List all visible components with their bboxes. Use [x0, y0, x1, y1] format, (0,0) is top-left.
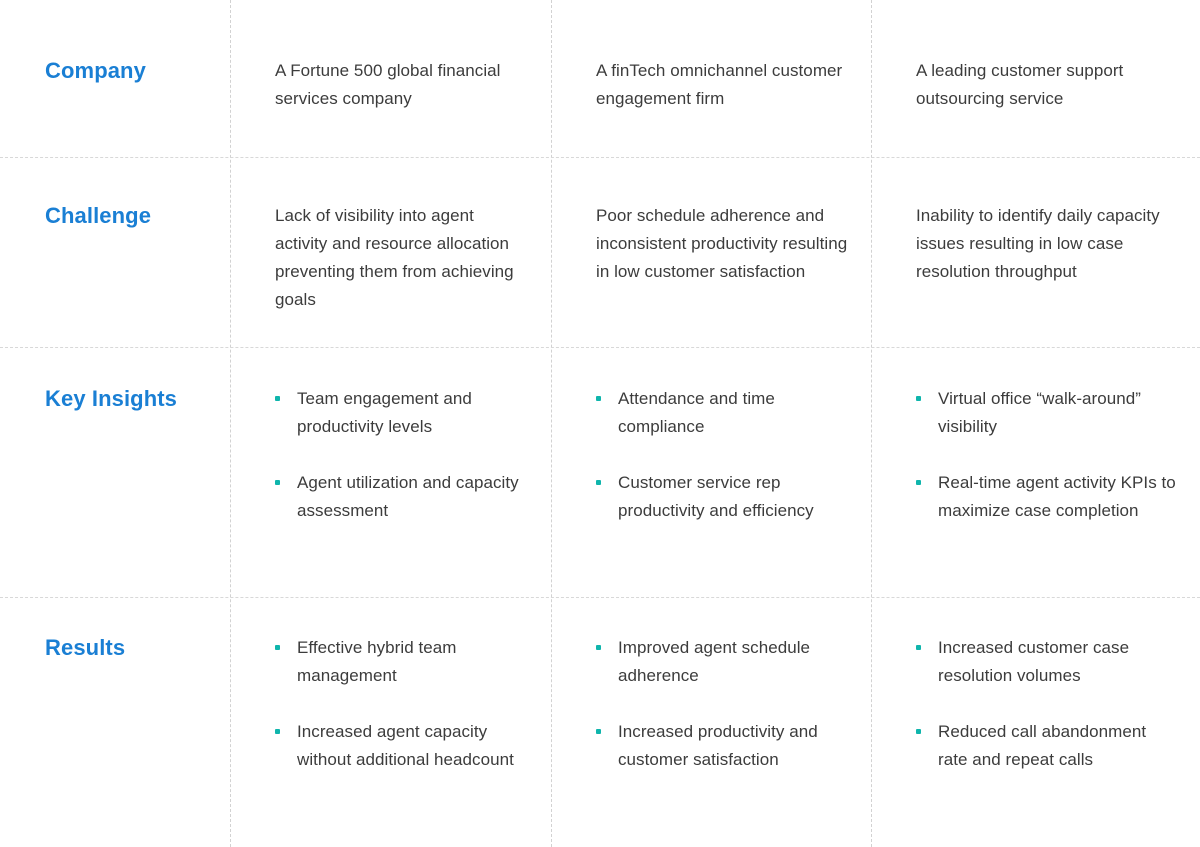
matrix-row-company: Company A Fortune 500 global financial s… — [0, 0, 1200, 157]
list-item-label: Improved agent schedule adherence — [618, 638, 811, 685]
list-item: Reduced call abandonment rate and repeat… — [916, 718, 1178, 774]
bullet-list: Virtual office “walk-around” visibility … — [916, 385, 1178, 525]
row-label-cell-challenge: Challenge — [0, 157, 230, 347]
cell-company-col2: A finTech omnichannel customer engagemen… — [551, 0, 871, 157]
cell-text: Lack of visibility into agent activity a… — [275, 206, 514, 309]
list-item: Effective hybrid team management — [275, 634, 529, 690]
matrix-row-results: Results Effective hybrid team management… — [0, 597, 1200, 847]
cell-key-insights-col2: Attendance and time compliance Customer … — [551, 347, 871, 597]
cell-text: Inability to identify daily capacity iss… — [916, 206, 1160, 281]
list-item-label: Real-time agent activity KPIs to maximiz… — [938, 473, 1176, 520]
list-item: Customer service rep productivity and ef… — [596, 469, 849, 525]
bullet-list: Team engagement and productivity levels … — [275, 385, 529, 525]
row-label-cell-results: Results — [0, 597, 230, 847]
list-item: Real-time agent activity KPIs to maximiz… — [916, 469, 1178, 525]
list-item-label: Virtual office “walk-around” visibility — [938, 389, 1141, 436]
list-item-label: Attendance and time compliance — [618, 389, 775, 436]
bullet-dot-icon — [596, 480, 601, 485]
bullet-dot-icon — [275, 729, 280, 734]
cell-challenge-col2: Poor schedule adherence and inconsistent… — [551, 157, 871, 347]
comparison-matrix: Company A Fortune 500 global financial s… — [0, 0, 1200, 847]
cell-company-col1: A Fortune 500 global financial services … — [230, 0, 551, 157]
cell-results-col3: Increased customer case resolution volum… — [871, 597, 1200, 847]
cell-key-insights-col3: Virtual office “walk-around” visibility … — [871, 347, 1200, 597]
row-label-challenge: Challenge — [45, 203, 152, 228]
list-item-label: Customer service rep productivity and ef… — [618, 473, 814, 520]
list-item-label: Agent utilization and capacity assessmen… — [297, 473, 519, 520]
bullet-dot-icon — [275, 645, 280, 650]
bullet-dot-icon — [596, 645, 601, 650]
list-item: Increased customer case resolution volum… — [916, 634, 1178, 690]
cell-challenge-col3: Inability to identify daily capacity iss… — [871, 157, 1200, 347]
bullet-list: Attendance and time compliance Customer … — [596, 385, 849, 525]
list-item: Improved agent schedule adherence — [596, 634, 849, 690]
cell-text: A finTech omnichannel customer engagemen… — [596, 61, 843, 108]
list-item: Agent utilization and capacity assessmen… — [275, 469, 529, 525]
bullet-dot-icon — [596, 729, 601, 734]
cell-key-insights-col1: Team engagement and productivity levels … — [230, 347, 551, 597]
cell-challenge-col1: Lack of visibility into agent activity a… — [230, 157, 551, 347]
bullet-list: Improved agent schedule adherence Increa… — [596, 634, 849, 774]
list-item-label: Increased customer case resolution volum… — [938, 638, 1130, 685]
bullet-dot-icon — [275, 396, 280, 401]
cell-results-col1: Effective hybrid team management Increas… — [230, 597, 551, 847]
list-item-label: Reduced call abandonment rate and repeat… — [938, 722, 1147, 769]
list-item: Virtual office “walk-around” visibility — [916, 385, 1178, 441]
row-label-results: Results — [45, 635, 126, 660]
list-item: Increased agent capacity without additio… — [275, 718, 529, 774]
cell-company-col3: A leading customer support outsourcing s… — [871, 0, 1200, 157]
row-label-cell-key-insights: Key Insights — [0, 347, 230, 597]
cell-text: Poor schedule adherence and inconsistent… — [596, 206, 848, 281]
matrix-row-key-insights: Key Insights Team engagement and product… — [0, 347, 1200, 597]
bullet-dot-icon — [916, 480, 921, 485]
bullet-list: Effective hybrid team management Increas… — [275, 634, 529, 774]
bullet-dot-icon — [596, 396, 601, 401]
bullet-dot-icon — [916, 645, 921, 650]
list-item: Team engagement and productivity levels — [275, 385, 529, 441]
bullet-dot-icon — [275, 480, 280, 485]
list-item: Attendance and time compliance — [596, 385, 849, 441]
cell-results-col2: Improved agent schedule adherence Increa… — [551, 597, 871, 847]
row-label-cell-company: Company — [0, 0, 230, 157]
matrix-row-challenge: Challenge Lack of visibility into agent … — [0, 157, 1200, 347]
list-item: Increased productivity and customer sati… — [596, 718, 849, 774]
bullet-list: Increased customer case resolution volum… — [916, 634, 1178, 774]
list-item-label: Increased agent capacity without additio… — [297, 722, 514, 769]
cell-text: A Fortune 500 global financial services … — [275, 61, 501, 108]
row-label-key-insights: Key Insights — [45, 386, 178, 411]
bullet-dot-icon — [916, 729, 921, 734]
list-item-label: Team engagement and productivity levels — [297, 389, 472, 436]
bullet-dot-icon — [916, 396, 921, 401]
list-item-label: Increased productivity and customer sati… — [618, 722, 818, 769]
row-label-company: Company — [45, 58, 146, 83]
list-item-label: Effective hybrid team management — [297, 638, 457, 685]
cell-text: A leading customer support outsourcing s… — [916, 61, 1124, 108]
